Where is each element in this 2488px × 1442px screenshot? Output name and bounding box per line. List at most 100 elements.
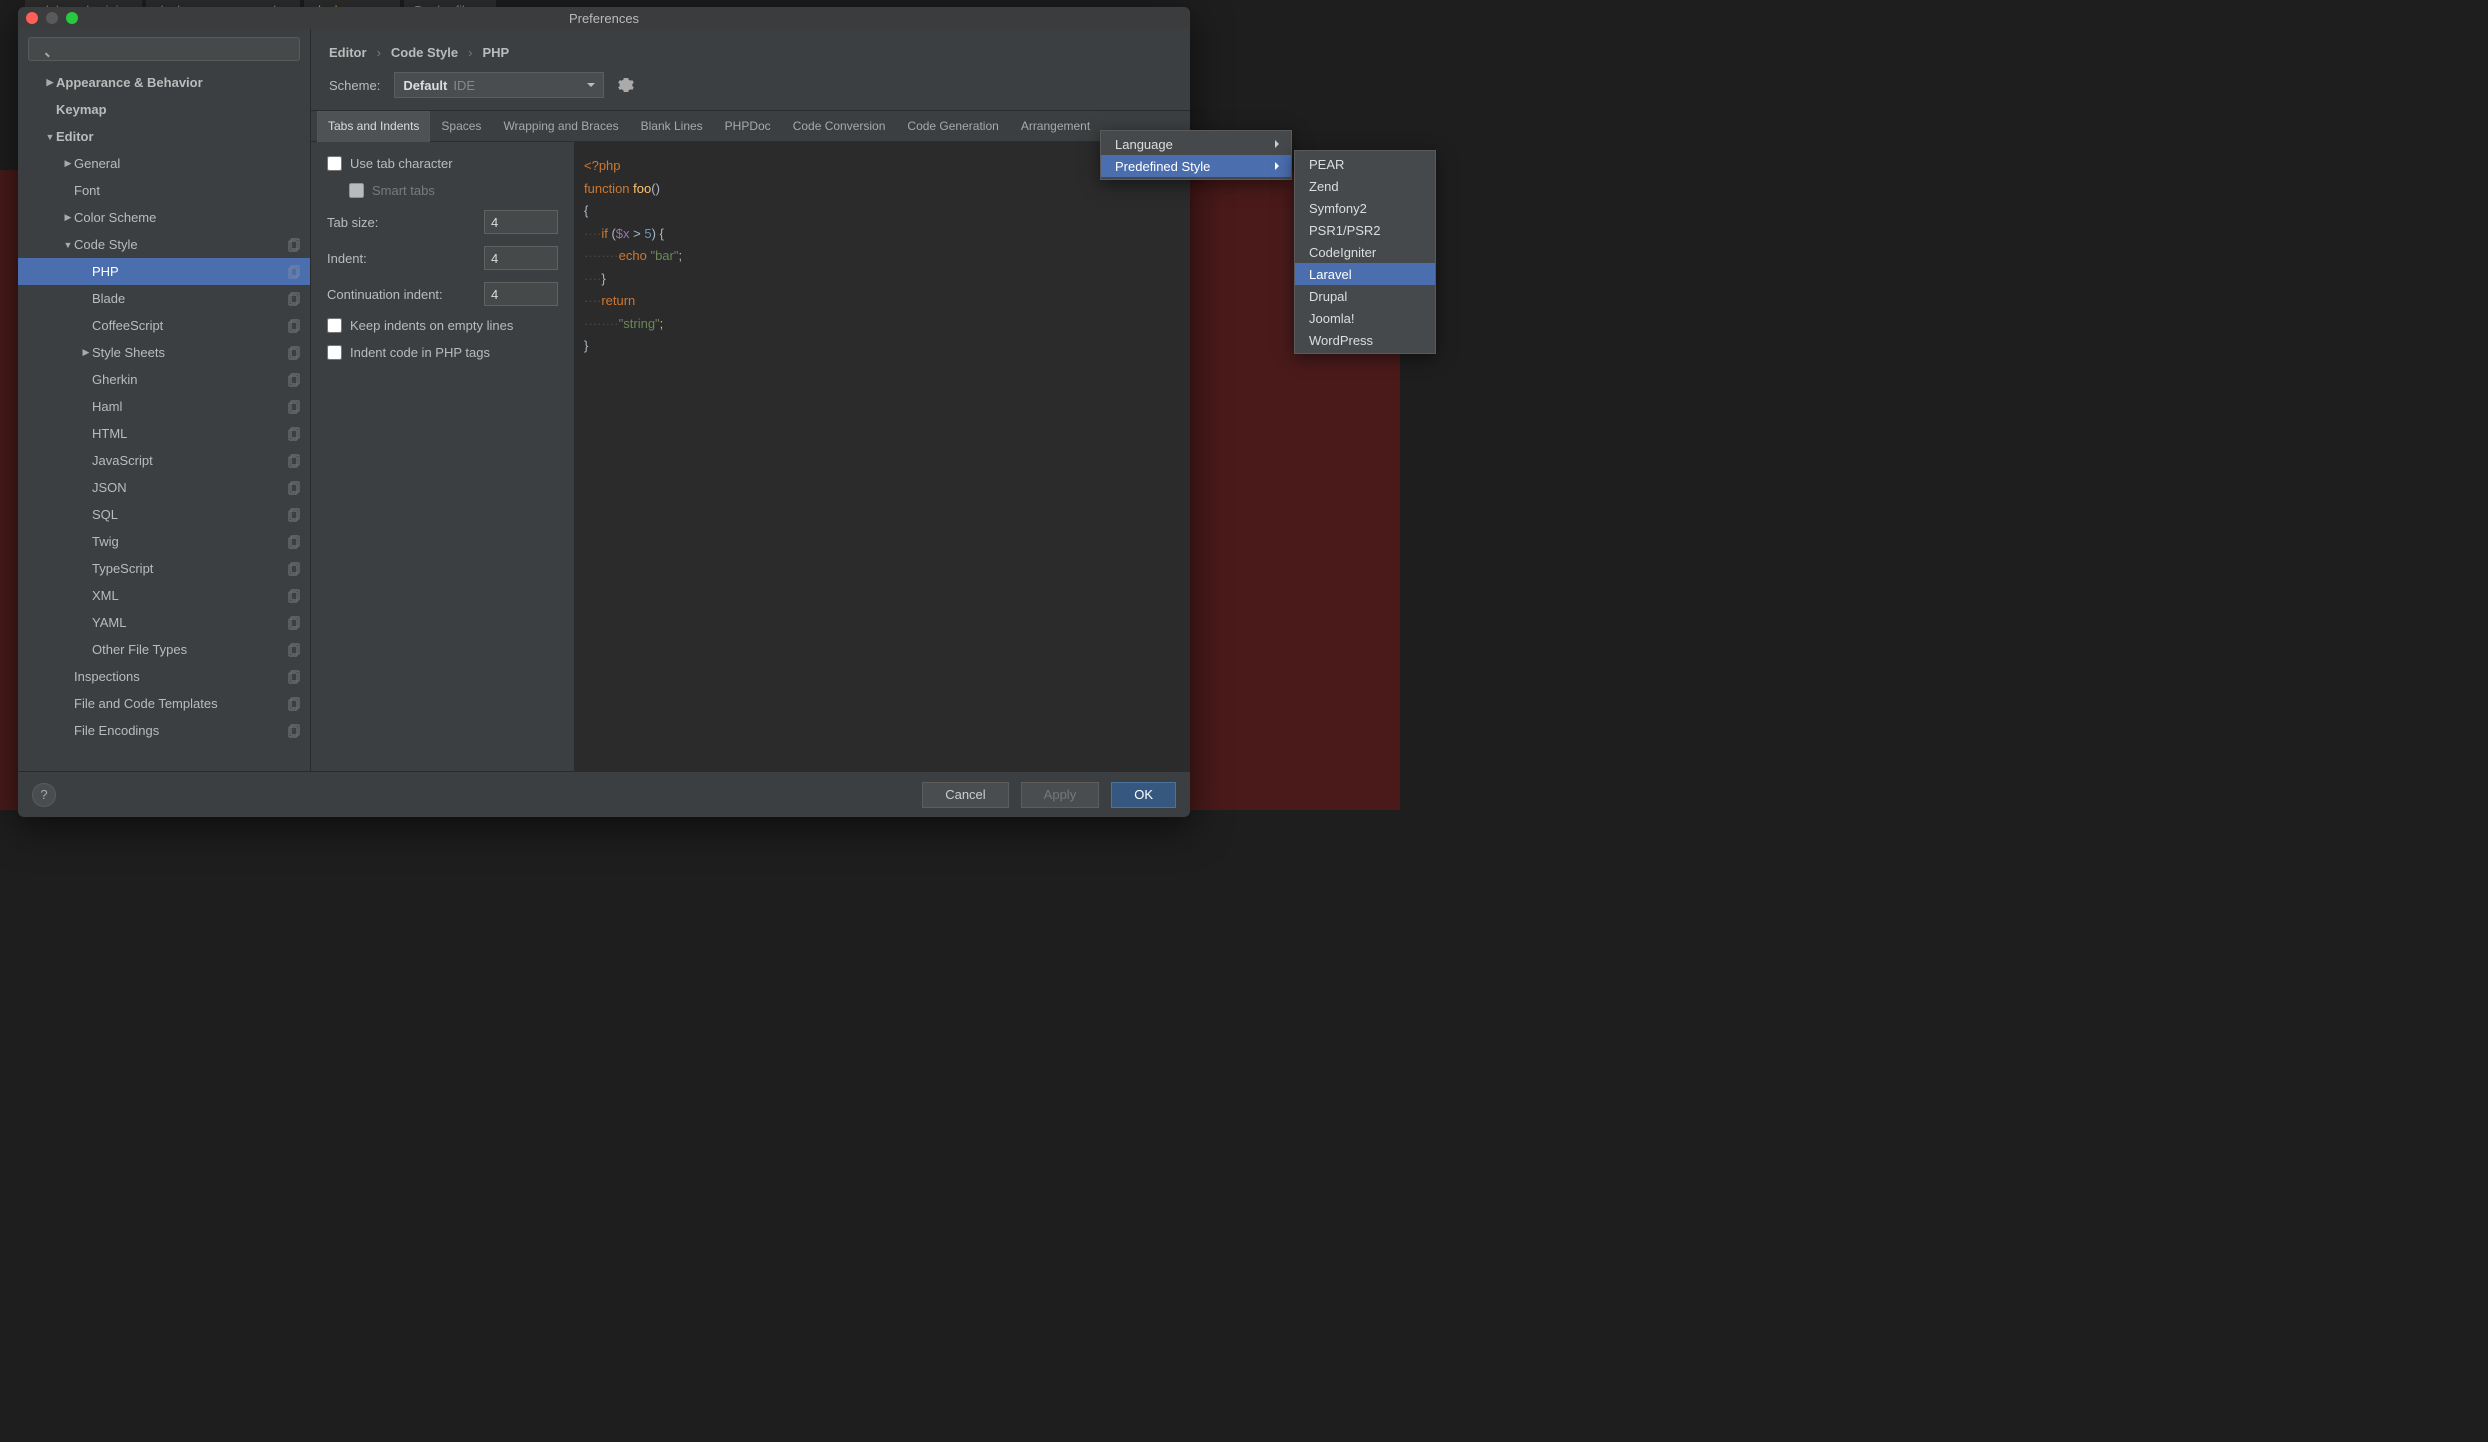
chevron-right-icon: ▶ [44,77,56,88]
dialog-title: Preferences [569,11,639,26]
copy-icon [288,238,302,252]
titlebar: Preferences [18,7,1190,29]
cancel-button[interactable]: Cancel [922,782,1008,808]
search-input[interactable] [28,37,300,61]
copy-icon [288,670,302,684]
tab-size-label: Tab size: [327,215,474,230]
copy-icon [288,427,302,441]
code-preview: <?php function foo() { ····if ($x > 5) {… [574,142,1190,771]
sidebar-item-twig[interactable]: Twig [18,528,310,555]
chevron-down-icon: ▼ [62,240,74,250]
sidebar-item-html[interactable]: HTML [18,420,310,447]
chevron-right-icon: ▶ [80,347,92,358]
copy-icon [288,319,302,333]
breadcrumb-code-style[interactable]: Code Style [391,45,458,60]
sidebar-item-other-file-types[interactable]: Other File Types [18,636,310,663]
copy-icon [288,724,302,738]
copy-icon [288,643,302,657]
help-button[interactable]: ? [32,783,56,807]
sidebar-item-style-sheets[interactable]: ▶Style Sheets [18,339,310,366]
continuation-indent-label: Continuation indent: [327,287,474,302]
indent-php-label: Indent code in PHP tags [350,345,490,360]
tab-arrangement[interactable]: Arrangement [1010,111,1101,141]
maximize-icon[interactable] [66,12,78,24]
tab-code-conversion[interactable]: Code Conversion [782,111,897,141]
breadcrumb-php: PHP [482,45,509,60]
close-icon[interactable] [26,12,38,24]
tab-wrapping-and-braces[interactable]: Wrapping and Braces [492,111,629,141]
menu-item-joomla-[interactable]: Joomla! [1295,307,1435,329]
indent-settings-form: Use tab character Smart tabs Tab size: I… [311,142,574,771]
tab-tabs-and-indents[interactable]: Tabs and Indents [317,111,430,142]
menu-item-laravel[interactable]: Laravel [1295,263,1435,285]
keep-indents-checkbox[interactable] [327,318,342,333]
use-tab-checkbox[interactable] [327,156,342,171]
sidebar-item-code-style[interactable]: ▼Code Style [18,231,310,258]
tab-size-input[interactable] [484,210,558,234]
sidebar-item-json[interactable]: JSON [18,474,310,501]
indent-php-checkbox[interactable] [327,345,342,360]
sidebar-item-font[interactable]: Font [18,177,310,204]
copy-icon [288,292,302,306]
sidebar-item-gherkin[interactable]: Gherkin [18,366,310,393]
tab-phpdoc[interactable]: PHPDoc [714,111,782,141]
sidebar-item-file-and-code-templates[interactable]: File and Code Templates [18,690,310,717]
sidebar-item-typescript[interactable]: TypeScript [18,555,310,582]
search-icon [28,37,300,61]
sidebar-item-coffeescript[interactable]: CoffeeScript [18,312,310,339]
sidebar-item-haml[interactable]: Haml [18,393,310,420]
sidebar-item-yaml[interactable]: YAML [18,609,310,636]
sidebar-item-inspections[interactable]: Inspections [18,663,310,690]
menu-item-symfony2[interactable]: Symfony2 [1295,197,1435,219]
predefined-style-submenu[interactable]: PEARZendSymfony2PSR1/PSR2CodeIgniterLara… [1294,150,1436,354]
smart-tabs-checkbox [349,183,364,198]
menu-item-language[interactable]: Language [1101,133,1291,155]
chevron-right-icon: › [377,45,381,60]
gear-icon[interactable] [618,77,634,93]
sidebar-item-php[interactable]: PHP [18,258,310,285]
set-from-menu[interactable]: LanguagePredefined Style [1100,130,1292,180]
menu-item-predefined-style[interactable]: Predefined Style [1101,155,1291,177]
sidebar-item-general[interactable]: ▶General [18,150,310,177]
sidebar-item-javascript[interactable]: JavaScript [18,447,310,474]
sidebar-item-blade[interactable]: Blade [18,285,310,312]
copy-icon [288,481,302,495]
indent-input[interactable] [484,246,558,270]
copy-icon [288,697,302,711]
tab-blank-lines[interactable]: Blank Lines [630,111,714,141]
sidebar-item-keymap[interactable]: Keymap [18,96,310,123]
copy-icon [288,400,302,414]
sidebar-item-file-encodings[interactable]: File Encodings [18,717,310,744]
indent-label: Indent: [327,251,474,266]
tab-spaces[interactable]: Spaces [430,111,492,141]
chevron-right-icon: › [468,45,472,60]
menu-item-zend[interactable]: Zend [1295,175,1435,197]
keep-indents-label: Keep indents on empty lines [350,318,513,333]
preferences-tree[interactable]: ▶Appearance & BehaviorKeymap▼Editor▶Gene… [18,69,310,771]
menu-item-wordpress[interactable]: WordPress [1295,329,1435,351]
sidebar-item-appearance-behavior[interactable]: ▶Appearance & Behavior [18,69,310,96]
breadcrumb: Editor › Code Style › PHP [311,29,1190,72]
apply-button[interactable]: Apply [1021,782,1100,808]
ok-button[interactable]: OK [1111,782,1176,808]
tab-code-generation[interactable]: Code Generation [896,111,1009,141]
menu-item-codeigniter[interactable]: CodeIgniter [1295,241,1435,263]
breadcrumb-editor[interactable]: Editor [329,45,367,60]
copy-icon [288,508,302,522]
copy-icon [288,454,302,468]
menu-item-psr1-psr2[interactable]: PSR1/PSR2 [1295,219,1435,241]
minimize-icon[interactable] [46,12,58,24]
code-style-tabs: Tabs and IndentsSpacesWrapping and Brace… [311,110,1190,142]
menu-item-pear[interactable]: PEAR [1295,153,1435,175]
continuation-indent-input[interactable] [484,282,558,306]
sidebar-item-sql[interactable]: SQL [18,501,310,528]
preferences-dialog: Preferences ▶Appearance & BehaviorKeymap… [18,7,1190,817]
chevron-right-icon: ▶ [62,212,74,223]
use-tab-label: Use tab character [350,156,453,171]
menu-item-drupal[interactable]: Drupal [1295,285,1435,307]
sidebar-item-xml[interactable]: XML [18,582,310,609]
copy-icon [288,265,302,279]
sidebar-item-color-scheme[interactable]: ▶Color Scheme [18,204,310,231]
sidebar-item-editor[interactable]: ▼Editor [18,123,310,150]
scheme-select[interactable]: Default IDE [394,72,604,98]
